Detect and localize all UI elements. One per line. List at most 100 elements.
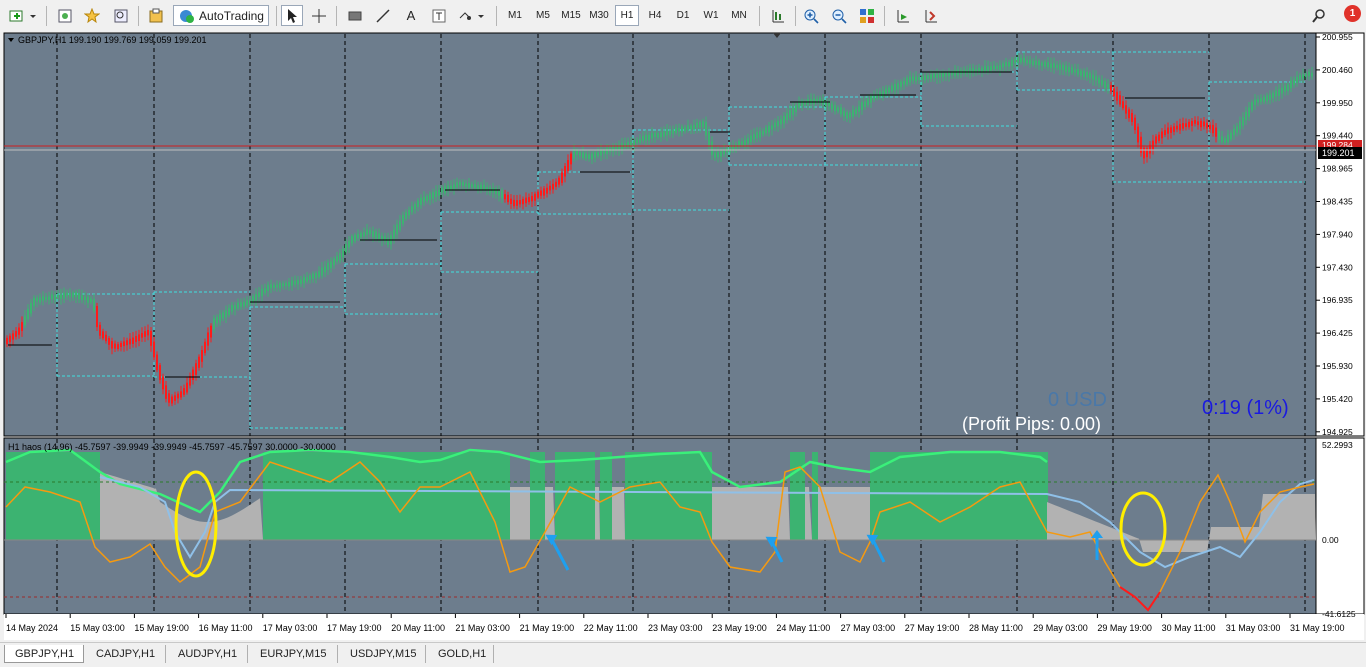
candle-body xyxy=(1263,96,1265,102)
text-tool-icon[interactable]: A xyxy=(400,5,422,26)
chart-type-icon[interactable] xyxy=(767,5,789,26)
candle-body xyxy=(99,324,101,336)
candle-body xyxy=(1311,72,1313,77)
candle-body xyxy=(507,194,509,203)
candle-body xyxy=(255,294,257,301)
candle-body xyxy=(72,292,74,298)
zoom-in-icon[interactable] xyxy=(800,5,822,26)
candle-body xyxy=(1245,111,1247,121)
candle-body xyxy=(129,338,131,345)
crosshair-icon[interactable] xyxy=(308,5,330,26)
candle-body xyxy=(951,72,953,76)
candle-body xyxy=(282,283,284,287)
candle-body xyxy=(576,150,578,155)
price-label: 195.930 xyxy=(1322,361,1353,371)
timeframe-d1-button[interactable]: D1 xyxy=(671,5,695,26)
timer-readout: 0:19 (1%) xyxy=(1202,397,1289,419)
timeframe-m5-button[interactable]: M5 xyxy=(531,5,555,26)
candle-body xyxy=(273,284,275,288)
candle-body xyxy=(426,196,428,201)
symbol-tab[interactable]: GBPJPY,H1 xyxy=(4,645,84,663)
candle-body xyxy=(879,91,881,97)
candle-body xyxy=(525,197,527,204)
symbol-tab[interactable]: USDJPY,M15 xyxy=(340,645,426,663)
candle-body xyxy=(1242,117,1244,126)
candle-body xyxy=(1167,127,1169,134)
candle-body xyxy=(543,188,545,196)
candle-body xyxy=(999,65,1001,70)
rectangle-tool-icon[interactable] xyxy=(344,5,366,26)
separator xyxy=(46,6,47,26)
symbol-tab[interactable]: CADJPY,H1 xyxy=(86,645,166,663)
symbol-tabs-bar: GBPJPY,H1 CADJPY,H1 AUDJPY,H1 EURJPY,M15 USD… xyxy=(0,642,1366,667)
candle-body xyxy=(1155,136,1157,144)
profiles-icon[interactable] xyxy=(54,5,76,26)
symbol-tab[interactable]: GOLD,H1 xyxy=(428,645,494,663)
timeframe-h4-button[interactable]: H4 xyxy=(643,5,667,26)
candle-body xyxy=(780,119,782,125)
candle-body xyxy=(351,236,353,244)
candle-body xyxy=(1128,109,1130,119)
timeframe-mn-button[interactable]: MN xyxy=(727,5,751,26)
candle-body xyxy=(717,151,719,158)
candle-body xyxy=(1284,85,1286,92)
strategy-tester-icon[interactable] xyxy=(145,5,167,26)
text-label-tool-icon[interactable] xyxy=(428,5,450,26)
candle-body xyxy=(528,197,530,203)
candle-body xyxy=(765,127,767,134)
autotrading-button[interactable]: AutoTrading xyxy=(173,5,269,26)
candle-body xyxy=(558,177,560,185)
shapes-menu-icon[interactable] xyxy=(456,5,488,26)
candle-body xyxy=(639,138,641,143)
candle-body xyxy=(534,193,536,201)
candle-body xyxy=(666,129,668,136)
main-toolbar: AutoTrading A M1 M5 M15 M30 H1 H4 D1 W1 MN xyxy=(0,0,1366,33)
candle-body xyxy=(648,134,650,141)
candle-body xyxy=(861,102,863,111)
search-icon[interactable] xyxy=(1308,5,1330,26)
candle-body xyxy=(126,340,128,346)
candle-body xyxy=(1032,60,1034,65)
chart-canvas[interactable]: 200.955200.460199.950199.440198.965198.4… xyxy=(0,32,1366,641)
candle-body xyxy=(66,292,68,297)
candle-body xyxy=(384,236,386,242)
timeframe-h1-button[interactable]: H1 xyxy=(615,5,639,26)
candle-body xyxy=(681,126,683,133)
candle-body xyxy=(840,107,842,115)
symbol-tab[interactable]: AUDJPY,H1 xyxy=(168,645,248,663)
zoom-window-icon[interactable] xyxy=(110,5,132,26)
candle-body xyxy=(597,152,599,157)
time-label: 17 May 03:00 xyxy=(263,623,318,633)
candle-body xyxy=(252,296,254,302)
time-label: 29 May 19:00 xyxy=(1097,623,1152,633)
candle-body xyxy=(1164,130,1166,136)
symbol-tab[interactable]: EURJPY,M15 xyxy=(250,645,338,663)
chart-shift-icon[interactable] xyxy=(892,5,914,26)
zoom-out-icon[interactable] xyxy=(828,5,850,26)
autoscroll-icon[interactable] xyxy=(920,5,942,26)
candle-body xyxy=(1008,62,1010,67)
timeframe-m1-button[interactable]: M1 xyxy=(503,5,527,26)
trendline-tool-icon[interactable] xyxy=(372,5,394,26)
histogram-bull xyxy=(790,452,805,540)
candle-body xyxy=(138,334,140,341)
favorites-icon[interactable] xyxy=(81,5,103,26)
candle-body xyxy=(1098,77,1100,84)
candle-body xyxy=(75,291,77,298)
tile-windows-icon[interactable] xyxy=(856,5,878,26)
cursor-icon[interactable] xyxy=(281,5,303,26)
time-label: 31 May 19:00 xyxy=(1290,623,1345,633)
candle-body xyxy=(354,234,356,242)
new-order-icon[interactable] xyxy=(6,5,40,26)
timeframe-m15-button[interactable]: M15 xyxy=(559,5,583,26)
notification-badge[interactable]: 1 xyxy=(1344,5,1361,22)
candle-body xyxy=(750,135,752,143)
timeframe-w1-button[interactable]: W1 xyxy=(699,5,723,26)
candle-body xyxy=(1179,124,1181,131)
timeframe-m30-button[interactable]: M30 xyxy=(587,5,611,26)
candle-body xyxy=(1200,120,1202,128)
main-chart-panel[interactable] xyxy=(3,32,1317,437)
candle-body xyxy=(327,262,329,270)
candle-body xyxy=(690,125,692,130)
candle-body xyxy=(786,113,788,120)
